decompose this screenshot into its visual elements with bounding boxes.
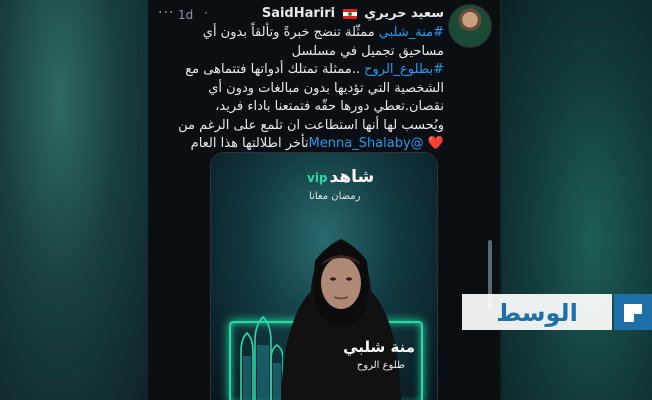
heart-icon: ❤️	[427, 136, 444, 151]
tweet-time[interactable]: 1d	[178, 8, 193, 22]
tweet-line-7: ❤️ @Menna_Shalabyتأخر اطلالتها هذا العام	[154, 135, 444, 154]
background-left	[0, 0, 150, 400]
background-right	[502, 0, 652, 400]
tweet-line-4: الشخصية التي تؤديها بدون مبالغات ودون أي	[208, 80, 444, 96]
actor-name: منة شلبي	[343, 338, 415, 356]
tweet-line-1: #منة_شلبي ممثّلة تنضج خبرةً وتألقاً بدون…	[202, 25, 444, 40]
tweet-text: #منة_شلبي ممثّلة تنضج خبرةً وتألقاً بدون…	[154, 24, 444, 154]
tweet-header: ··· 1d · SaidHariri سعيد حريري	[148, 4, 500, 22]
tweet-media-image[interactable]: vip شاهد رمضان معانا منة شلبي طلوع الروح	[210, 152, 438, 400]
shahid-logo: vip شاهد	[307, 167, 374, 187]
lebanon-flag-icon	[342, 8, 357, 19]
tweet-card[interactable]: ··· 1d · SaidHariri سعيد حريري #منة_شلبي…	[148, 0, 500, 400]
tweet-line-7-text: تأخر اطلالتها هذا العام	[190, 136, 309, 151]
hashtag-menna-shalaby[interactable]: #منة_شلبي	[379, 25, 444, 40]
mention-link[interactable]: @Menna_Shalaby	[309, 136, 424, 151]
tagline: رمضان معانا	[309, 191, 361, 202]
user-name-arabic: سعيد حريري	[364, 6, 444, 21]
more-options-icon[interactable]: ···	[158, 5, 174, 21]
series-name: طلوع الروح	[356, 360, 405, 371]
user-name-latin: SaidHariri	[261, 6, 336, 21]
actress-portrait	[281, 239, 401, 400]
tweet-line-5: نقصان.تعطي دورها حقّه فتمتعنا باداء فريد…	[215, 99, 444, 114]
tweet-line-3: #بطلوع_الروح ..ممثلة تمتلك أدواتها فتتما…	[185, 62, 444, 77]
alwasat-watermark-logo: الوسط	[462, 294, 652, 330]
watermark-text: الوسط	[496, 299, 578, 327]
tweet-line-6: ويُحسب لها أنها استطاعت ان تلمع على الرغ…	[178, 117, 444, 133]
tweet-line-2: مساحيق تجميل في مسلسل	[291, 43, 444, 59]
shahid-name: شاهد	[329, 167, 375, 187]
user-name[interactable]: SaidHariri سعيد حريري	[262, 6, 444, 21]
hashtag-series[interactable]: #بطلوع_الروح	[364, 62, 444, 77]
shahid-vip: vip	[307, 171, 328, 185]
avatar[interactable]	[448, 4, 492, 48]
separator: ·	[204, 6, 208, 20]
